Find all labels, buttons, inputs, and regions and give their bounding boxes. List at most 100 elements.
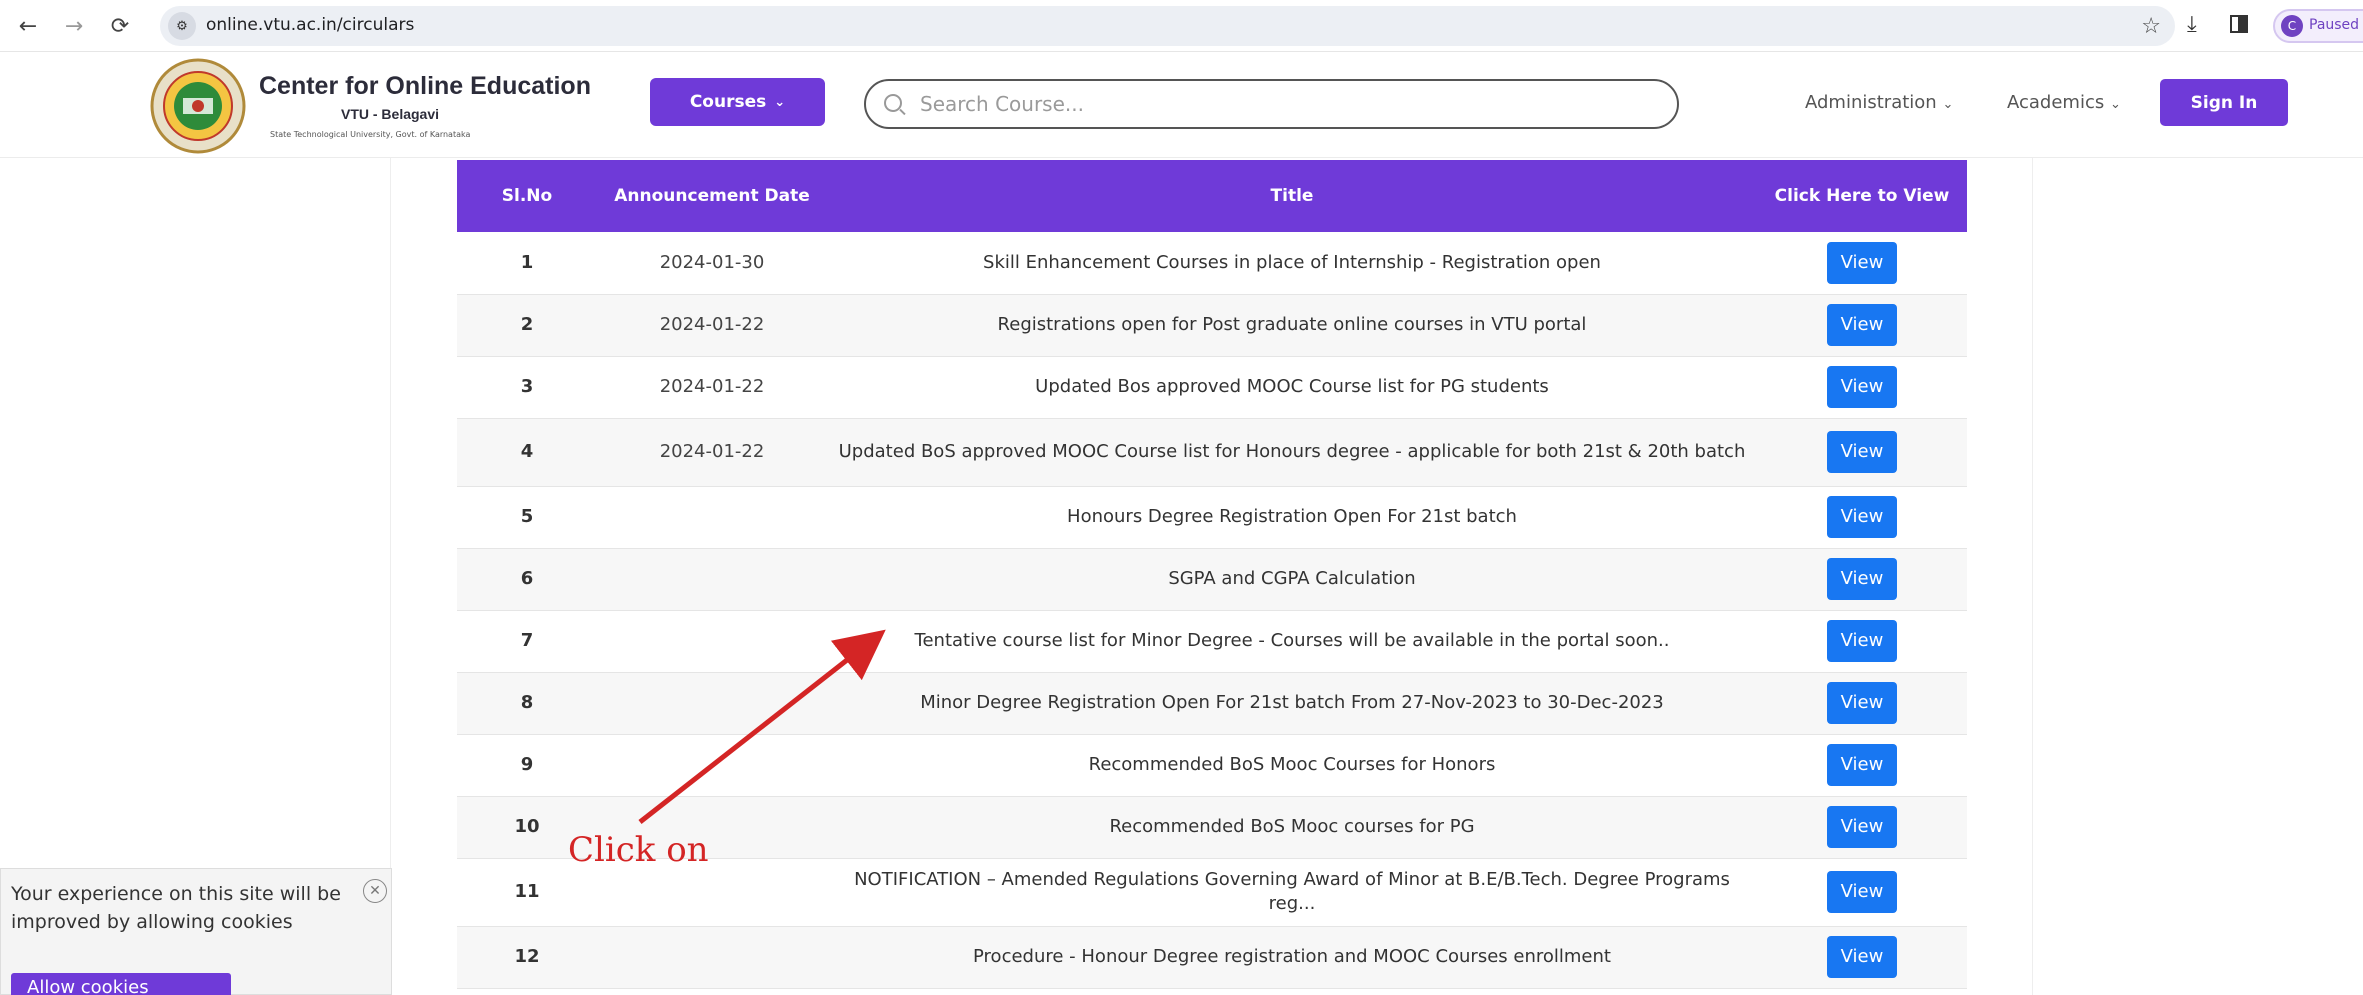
- nav-administration[interactable]: Administration ⌄: [1805, 92, 1953, 113]
- cell-date: 2024-01-22: [597, 356, 827, 419]
- brand-tagline: State Technological University, Govt. of…: [270, 130, 471, 139]
- address-bar[interactable]: ⚙ online.vtu.ac.in/circulars ☆: [160, 6, 2175, 46]
- sign-in-button[interactable]: Sign In: [2160, 79, 2288, 126]
- table-body: 1 2024-01-30 Skill Enhancement Courses in …: [457, 232, 1967, 989]
- cell-date: [597, 548, 827, 611]
- cell-slno: 1: [457, 232, 597, 295]
- cell-action: View: [1757, 486, 1967, 549]
- cell-action: View: [1757, 926, 1967, 989]
- view-button[interactable]: View: [1827, 871, 1897, 913]
- cell-title: Honours Degree Registration Open For 21s…: [827, 486, 1757, 549]
- site-info-icon[interactable]: ⚙: [168, 12, 196, 40]
- cell-title: NOTIFICATION – Amended Regulations Gover…: [827, 858, 1757, 927]
- cell-title: Updated BoS approved MOOC Course list fo…: [827, 418, 1757, 487]
- courses-dropdown-button[interactable]: Courses ⌄: [650, 78, 825, 126]
- cell-slno: 2: [457, 294, 597, 357]
- cookie-message: Your experience on this site will be imp…: [11, 883, 341, 933]
- nav-academics[interactable]: Academics ⌄: [2007, 92, 2121, 113]
- cell-date: [597, 486, 827, 549]
- table-row: 7 Tentative course list for Minor Degree …: [457, 610, 1967, 673]
- courses-label: Courses: [689, 92, 767, 112]
- cell-title: Recommended BoS Mooc courses for PG: [827, 796, 1757, 859]
- view-button[interactable]: View: [1827, 682, 1897, 724]
- view-button[interactable]: View: [1827, 558, 1897, 600]
- table-row: 8 Minor Degree Registration Open For 21st…: [457, 672, 1967, 735]
- cell-slno: 4: [457, 418, 597, 487]
- view-button[interactable]: View: [1827, 806, 1897, 848]
- chevron-down-icon: ⌄: [774, 94, 786, 110]
- url-text[interactable]: online.vtu.ac.in/circulars: [206, 15, 414, 35]
- cell-date: [597, 610, 827, 673]
- table-row: 1 2024-01-30 Skill Enhancement Courses in …: [457, 232, 1967, 295]
- cell-action: View: [1757, 294, 1967, 357]
- brand-title: Center for Online Education: [259, 72, 591, 100]
- side-panel-icon[interactable]: [2230, 15, 2248, 33]
- cell-action: View: [1757, 548, 1967, 611]
- reload-icon[interactable]: ⟳: [106, 12, 134, 40]
- chevron-down-icon: ⌄: [1942, 97, 1954, 112]
- view-button[interactable]: View: [1827, 936, 1897, 978]
- cell-date: [597, 734, 827, 797]
- profile-status: Paused: [2309, 17, 2360, 33]
- cell-slno: 3: [457, 356, 597, 419]
- cell-slno: 6: [457, 548, 597, 611]
- cell-slno: 5: [457, 486, 597, 549]
- profile-button[interactable]: C Paused: [2273, 9, 2363, 43]
- table-header-row: Sl.No Announcement Date Title Click Here…: [457, 160, 1967, 232]
- view-button[interactable]: View: [1827, 366, 1897, 408]
- chevron-down-icon: ⌄: [2109, 97, 2121, 112]
- allow-cookies-button[interactable]: Allow cookies: [11, 973, 231, 995]
- table-row: 3 2024-01-22 Updated Bos approved MOOC Cou…: [457, 356, 1967, 419]
- view-button[interactable]: View: [1827, 241, 1897, 284]
- column-header-slno: Sl.No: [457, 160, 597, 232]
- view-button[interactable]: View: [1827, 744, 1897, 786]
- cell-title: Tentative course list for Minor Degree -…: [827, 610, 1757, 673]
- cell-action: View: [1757, 672, 1967, 735]
- cell-action: View: [1757, 232, 1967, 295]
- cell-date: [597, 926, 827, 989]
- cookie-banner: Your experience on this site will be imp…: [0, 868, 392, 995]
- forward-icon[interactable]: →: [60, 12, 88, 40]
- back-icon[interactable]: ←: [14, 12, 42, 40]
- view-button[interactable]: View: [1827, 304, 1897, 346]
- search-icon: [884, 94, 902, 112]
- profile-avatar: C: [2281, 15, 2303, 37]
- table-row: 4 2024-01-22 Updated BoS approved MOOC Cou…: [457, 418, 1967, 487]
- bookmark-star-icon[interactable]: ☆: [2141, 14, 2161, 39]
- cell-action: View: [1757, 858, 1967, 927]
- cell-title: SGPA and CGPA Calculation: [827, 548, 1757, 611]
- cell-date: 2024-01-30: [597, 232, 827, 295]
- site-header: Center for Online Education VTU - Belaga…: [0, 52, 2363, 158]
- annotation-label: Click on: [568, 830, 709, 870]
- cell-date: 2024-01-22: [597, 294, 827, 357]
- cell-slno: 8: [457, 672, 597, 735]
- table-row: 6 SGPA and CGPA Calculation View: [457, 548, 1967, 611]
- column-header-date: Announcement Date: [597, 160, 827, 232]
- cell-title: Registrations open for Post graduate onl…: [827, 294, 1757, 357]
- nav-academics-label: Academics: [2007, 92, 2105, 113]
- cell-action: View: [1757, 418, 1967, 487]
- column-header-title: Title: [827, 160, 1757, 232]
- view-button[interactable]: View: [1827, 620, 1897, 662]
- table-row: 2 2024-01-22 Registrations open for Post g…: [457, 294, 1967, 357]
- cell-title: Minor Degree Registration Open For 21st …: [827, 672, 1757, 735]
- close-icon[interactable]: ✕: [363, 879, 387, 903]
- cell-action: View: [1757, 734, 1967, 797]
- view-button[interactable]: View: [1827, 496, 1897, 538]
- view-button[interactable]: View: [1827, 431, 1897, 473]
- nav-administration-label: Administration: [1805, 92, 1937, 113]
- search-input[interactable]: [920, 90, 1640, 118]
- cell-action: View: [1757, 610, 1967, 673]
- download-icon[interactable]: ⤓: [2187, 12, 2197, 37]
- cell-action: View: [1757, 356, 1967, 419]
- cell-title: Procedure - Honour Degree registration a…: [827, 926, 1757, 989]
- cell-slno: 9: [457, 734, 597, 797]
- cell-slno: 12: [457, 926, 597, 989]
- brand-subtitle: VTU - Belagavi: [340, 106, 440, 122]
- cell-date: 2024-01-22: [597, 418, 827, 487]
- search-box[interactable]: [864, 79, 1679, 129]
- cell-title: Skill Enhancement Courses in place of In…: [827, 232, 1757, 295]
- cell-slno: 7: [457, 610, 597, 673]
- table-row: 9 Recommended BoS Mooc Courses for Honors…: [457, 734, 1967, 797]
- cell-date: [597, 672, 827, 735]
